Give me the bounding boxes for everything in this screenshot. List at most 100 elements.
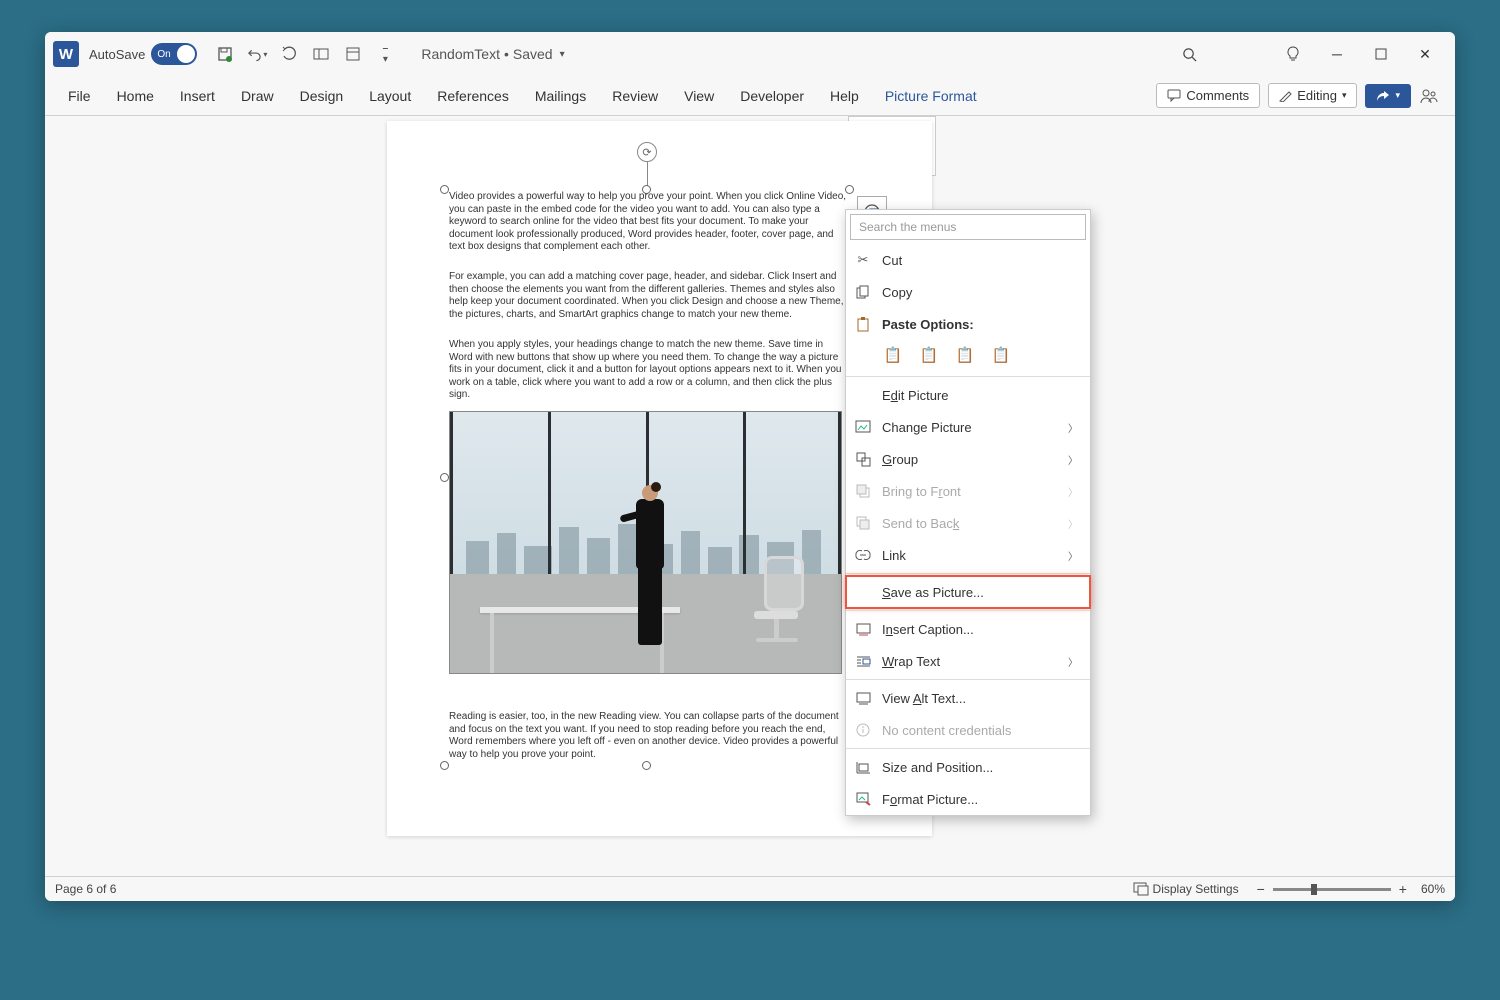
chevron-right-icon: 〉 <box>1068 484 1078 499</box>
zoom-thumb[interactable] <box>1311 884 1317 895</box>
tab-mailings[interactable]: Mailings <box>522 76 599 116</box>
menu-link[interactable]: Link 〉 <box>846 539 1090 571</box>
application-window: W AutoSave On ▾ ⎯▾ RandomText • Saved ▾ … <box>45 32 1455 901</box>
page-indicator[interactable]: Page 6 of 6 <box>55 882 116 896</box>
menu-wrap-text[interactable]: Wrap Text 〉 <box>846 645 1090 677</box>
menu-size-position[interactable]: Size and Position... <box>846 751 1090 783</box>
title-bar: W AutoSave On ▾ ⎯▾ RandomText • Saved ▾ … <box>45 32 1455 76</box>
paragraph: Video provides a powerful way to help yo… <box>449 191 859 254</box>
group-icon <box>854 450 872 468</box>
tab-home[interactable]: Home <box>104 76 167 116</box>
menu-copy[interactable]: Copy <box>846 276 1090 308</box>
menu-group[interactable]: Group 〉 <box>846 443 1090 475</box>
menu-insert-caption[interactable]: Insert Caption... <box>846 613 1090 645</box>
tab-picture-format[interactable]: Picture Format <box>872 76 990 116</box>
autosave-toggle[interactable]: On <box>151 43 197 65</box>
wrap-text-icon <box>854 652 872 670</box>
link-icon <box>854 546 872 564</box>
maximize-button[interactable] <box>1359 36 1403 72</box>
menu-send-to-back: Send to Back 〉 <box>846 507 1090 539</box>
menu-format-picture[interactable]: Format Picture... <box>846 783 1090 815</box>
document-area[interactable]: Style Crop ⟳ Video provides a powe <box>45 116 1455 876</box>
display-settings-icon[interactable] <box>1133 882 1149 896</box>
size-position-icon <box>854 758 872 776</box>
menu-bring-to-front: Bring to Front 〉 <box>846 475 1090 507</box>
comment-icon <box>1167 89 1181 102</box>
menu-no-credentials: No content credentials <box>846 714 1090 746</box>
editing-button[interactable]: Editing ▾ <box>1268 83 1357 108</box>
selection-handle[interactable] <box>642 761 651 770</box>
chevron-down-icon: ▾ <box>560 49 565 60</box>
document-title[interactable]: RandomText • Saved ▾ <box>421 46 564 62</box>
zoom-level[interactable]: 60% <box>1421 882 1445 896</box>
comments-button[interactable]: Comments <box>1156 83 1260 108</box>
chevron-right-icon: 〉 <box>1068 420 1078 435</box>
paste-options-row: 📋 📋 📋 📋 <box>846 340 1090 374</box>
search-icon[interactable] <box>1167 36 1211 72</box>
menu-search-input[interactable]: Search the menus <box>850 214 1086 240</box>
paste-keep-source-icon[interactable]: 📋 <box>882 344 904 366</box>
redo-icon[interactable] <box>279 44 299 64</box>
tab-insert[interactable]: Insert <box>167 76 228 116</box>
info-icon <box>854 721 872 739</box>
selection-handle[interactable] <box>440 185 449 194</box>
zoom-in-button[interactable]: + <box>1399 881 1407 897</box>
chevron-right-icon: 〉 <box>1068 548 1078 563</box>
tab-draw[interactable]: Draw <box>228 76 287 116</box>
chevron-right-icon: 〉 <box>1068 452 1078 467</box>
tab-view[interactable]: View <box>671 76 727 116</box>
minimize-button[interactable]: ─ <box>1315 36 1359 72</box>
ribbon-tabs: File Home Insert Draw Design Layout Refe… <box>45 76 1455 116</box>
chevron-down-icon: ▾ <box>1395 90 1400 101</box>
tab-file[interactable]: File <box>55 76 104 116</box>
tab-help[interactable]: Help <box>817 76 872 116</box>
format-picture-icon <box>854 790 872 808</box>
paragraph: For example, you can add a matching cove… <box>449 271 859 321</box>
word-app-icon: W <box>53 41 79 67</box>
context-menu: Search the menus ✂ Cut Copy Paste Option… <box>845 209 1091 816</box>
account-icon[interactable] <box>1419 86 1439 106</box>
zoom-slider[interactable] <box>1273 888 1391 891</box>
tab-design[interactable]: Design <box>287 76 357 116</box>
paragraph: Reading is easier, too, in the new Readi… <box>449 711 859 761</box>
rotation-handle[interactable]: ⟳ <box>637 142 657 162</box>
menu-cut[interactable]: ✂ Cut <box>846 244 1090 276</box>
chevron-right-icon: 〉 <box>1068 516 1078 531</box>
menu-paste-options-label: Paste Options: <box>846 308 1090 340</box>
share-button[interactable]: ▾ <box>1365 84 1411 108</box>
menu-view-alt-text[interactable]: View Alt Text... <box>846 682 1090 714</box>
change-picture-icon <box>854 418 872 436</box>
tab-review[interactable]: Review <box>599 76 671 116</box>
tab-developer[interactable]: Developer <box>727 76 817 116</box>
toggle-knob <box>177 45 195 63</box>
qat-icon-1[interactable] <box>311 44 331 64</box>
qat-icon-2[interactable] <box>343 44 363 64</box>
display-settings-button[interactable]: Display Settings <box>1153 882 1239 896</box>
send-back-icon <box>854 514 872 532</box>
qat-more-icon[interactable]: ⎯▾ <box>375 44 395 64</box>
bring-front-icon <box>854 482 872 500</box>
menu-edit-picture[interactable]: Edit Picture <box>846 379 1090 411</box>
tab-layout[interactable]: Layout <box>356 76 424 116</box>
lightbulb-icon[interactable] <box>1271 36 1315 72</box>
paragraph: When you apply styles, your headings cha… <box>449 339 859 402</box>
status-bar: Page 6 of 6 Display Settings − + 60% <box>45 876 1455 901</box>
pencil-icon <box>1279 89 1292 102</box>
paste-icon <box>854 315 872 333</box>
selection-handle[interactable] <box>440 761 449 770</box>
document-picture[interactable] <box>449 411 842 674</box>
selection-handle[interactable] <box>440 473 449 482</box>
paste-text-only-icon[interactable]: 📋 <box>990 344 1012 366</box>
copy-icon <box>854 283 872 301</box>
autosave-label: AutoSave <box>89 47 145 62</box>
undo-icon[interactable]: ▾ <box>247 44 267 64</box>
close-button[interactable]: ✕ <box>1403 36 1447 72</box>
tab-references[interactable]: References <box>424 76 522 116</box>
paste-picture-icon[interactable]: 📋 <box>954 344 976 366</box>
save-icon[interactable] <box>215 44 235 64</box>
zoom-out-button[interactable]: − <box>1257 881 1265 897</box>
chevron-right-icon: 〉 <box>1068 654 1078 669</box>
paste-merge-icon[interactable]: 📋 <box>918 344 940 366</box>
menu-save-as-picture[interactable]: Save as Picture... <box>846 576 1090 608</box>
menu-change-picture[interactable]: Change Picture 〉 <box>846 411 1090 443</box>
